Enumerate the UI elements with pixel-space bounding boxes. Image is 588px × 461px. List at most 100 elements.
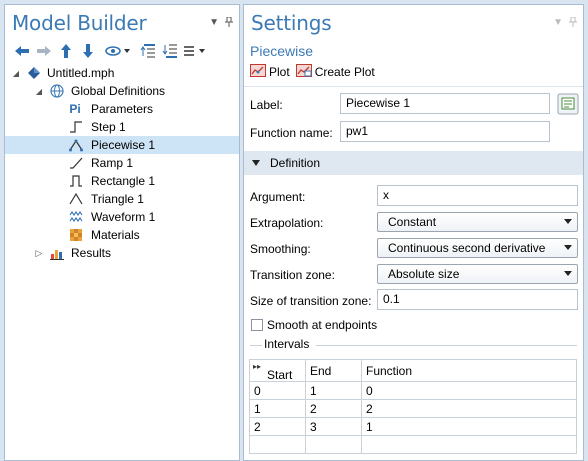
table-cell[interactable]: 2 [305,399,362,418]
tree-item-step-1[interactable]: Step 1 [5,118,239,136]
tree-item-label: Results [71,246,112,260]
transition-zone-select[interactable]: Absolute size [377,264,578,284]
step-function-icon [69,120,83,134]
arrow-right-icon[interactable] [33,41,55,61]
eye-icon[interactable] [103,41,133,61]
tree-item-untitled-mph[interactable]: ◢ Untitled.mph [5,64,239,82]
function-name-input[interactable]: pw1 [340,121,550,142]
function-name-label: Function name: [250,126,333,140]
rectangle-function-icon [69,174,83,188]
plot-icon [250,64,266,80]
table-cell[interactable]: 1 [305,381,362,400]
column-header-start[interactable]: ▸▸ Start [249,359,306,382]
arrow-up-icon[interactable] [55,41,77,61]
ramp-function-icon [69,156,83,170]
table-cell[interactable] [305,435,362,454]
panel-controls: ▼ [209,16,233,30]
view-menu-icon[interactable]: ▼ [553,17,563,30]
tree-item-materials[interactable]: Materials [5,226,239,244]
create-plot-button[interactable]: Create Plot [295,64,375,80]
create-plot-label: Create Plot [314,65,375,79]
transition-size-label: Size of transition zone: [250,294,372,308]
table-cell[interactable]: 2 [249,417,306,436]
chevron-down-icon [564,219,572,224]
expand-tree-icon[interactable] [159,41,181,61]
view-menu-icon[interactable]: ▼ [209,17,219,30]
table-cell[interactable]: 0 [249,381,306,400]
tree-item-parameters[interactable]: Pi Parameters [5,100,239,118]
table-row[interactable]: 0 1 0 [249,381,577,400]
settings-subtitle: Piecewise [250,43,314,59]
model-icon [27,66,41,80]
results-icon [50,246,64,260]
model-builder-panel: Model Builder ▼ ◢ Untitled.mph ◢ Global … [4,4,240,461]
table-row[interactable]: 2 3 1 [249,417,577,436]
column-header-label: Start [267,367,293,382]
tree-item-global-definitions[interactable]: ◢ Global Definitions [5,82,239,100]
list-menu-icon[interactable] [181,41,209,61]
table-cell[interactable]: 1 [361,417,577,436]
collapse-tree-icon[interactable] [137,41,159,61]
group-line [316,345,577,346]
definition-section-label: Definition [270,156,321,170]
tree-item-results[interactable]: ▷ Results [5,244,239,262]
model-tree: ◢ Untitled.mph ◢ Global Definitions Pi P… [5,64,239,262]
smoothing-value: Continuous second derivative [388,241,546,255]
tree-item-rectangle-1[interactable]: Rectangle 1 [5,172,239,190]
expand-toggle-icon[interactable]: ◢ [11,68,21,78]
tree-item-label: Global Definitions [71,84,166,98]
plot-label: Plot [269,65,290,79]
transition-size-input[interactable]: 0.1 [377,289,578,310]
panel-controls: ▼ [553,16,577,30]
tree-item-piecewise-1[interactable]: Piecewise 1 [5,136,239,154]
label-input[interactable]: Piecewise 1 [340,93,550,114]
column-header-end[interactable]: End [305,359,362,382]
smoothing-label: Smoothing: [250,242,311,256]
argument-input[interactable]: x [377,185,578,206]
table-row[interactable]: 1 2 2 [249,399,577,418]
smooth-endpoints-checkbox[interactable] [251,319,263,331]
tree-item-label: Parameters [91,102,154,116]
tree-item-ramp-1[interactable]: Ramp 1 [5,154,239,172]
column-header-label: End [310,363,332,378]
label-field-label: Label: [250,98,283,112]
table-cell[interactable]: 0 [361,381,577,400]
materials-icon [69,228,83,242]
parameters-icon: Pi [69,102,81,116]
triangle-function-icon [69,192,83,206]
smooth-endpoints-label: Smooth at endpoints [267,318,378,332]
definition-section-header[interactable]: Definition [244,151,583,175]
expand-toggle-icon[interactable]: ◢ [34,86,44,96]
table-cell[interactable]: 2 [361,399,577,418]
arrow-down-icon[interactable] [77,41,99,61]
tree-item-label: Ramp 1 [91,156,134,170]
pin-icon[interactable] [225,16,233,30]
collapse-toggle-icon[interactable]: ▷ [34,248,44,258]
tree-item-label: Waveform 1 [91,210,156,224]
extrapolation-select[interactable]: Constant [377,212,578,232]
transition-zone-label: Transition zone: [250,268,335,282]
column-header-label: Function [366,363,413,378]
table-cell[interactable] [361,435,577,454]
settings-title: Settings [251,11,332,35]
table-cell[interactable]: 3 [305,417,362,436]
column-header-function[interactable]: Function [361,359,577,382]
settings-actions: Plot Create Plot [250,64,375,80]
chevron-down-icon [564,271,572,276]
smoothing-select[interactable]: Continuous second derivative [377,238,578,258]
edit-label-icon[interactable] [557,93,579,115]
table-row[interactable] [249,435,577,454]
model-builder-toolbar [11,41,209,61]
table-cell[interactable] [249,435,306,454]
tree-item-triangle-1[interactable]: Triangle 1 [5,190,239,208]
table-cell[interactable]: 1 [249,399,306,418]
pin-icon[interactable] [569,16,577,30]
piecewise-function-icon [69,138,83,152]
intervals-label: Intervals [264,337,310,351]
plot-button[interactable]: Plot [250,64,290,80]
waveform-function-icon [69,210,83,224]
chevron-down-icon [564,245,572,250]
globe-icon [50,84,64,98]
tree-item-waveform-1[interactable]: Waveform 1 [5,208,239,226]
arrow-left-icon[interactable] [11,41,33,61]
